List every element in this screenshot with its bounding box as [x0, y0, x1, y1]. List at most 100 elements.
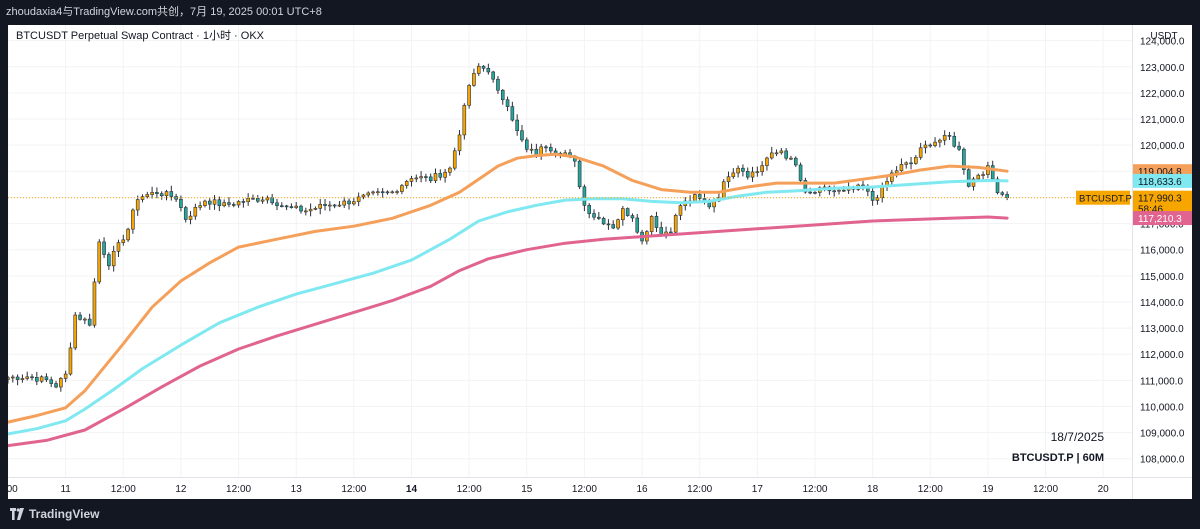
- candle-body: [505, 99, 510, 107]
- candle-body: [524, 139, 529, 150]
- candle-body: [73, 314, 78, 349]
- ema-slow-label: 117,210.3: [1138, 214, 1182, 225]
- candle-body: [207, 200, 212, 205]
- candle-body: [779, 150, 784, 154]
- price-tick-label: 110,000.0: [1140, 402, 1184, 413]
- candle-body: [35, 377, 39, 382]
- candle-body: [904, 162, 909, 165]
- candle-body: [8, 377, 10, 380]
- candle-body: [486, 68, 491, 73]
- time-tick-label: 12:00: [572, 484, 597, 495]
- symbol-tag: BTCUSDT.P: [1079, 194, 1132, 205]
- candle-body: [635, 217, 640, 233]
- chart-panel[interactable]: 108,000.0 109,000.0 110,000.0 111,000.0 112,…: [8, 25, 1192, 499]
- candle-body: [673, 214, 678, 233]
- candle-body: [390, 191, 395, 194]
- time-tick-label: 12:00: [802, 484, 827, 495]
- candle-body: [832, 190, 836, 193]
- currency-label: USDT: [1150, 31, 1177, 42]
- candle-body: [880, 186, 885, 199]
- candle-body: [448, 167, 452, 173]
- candle-body: [476, 65, 481, 74]
- time-tick-label: 12: [175, 484, 187, 495]
- time-tick-label: 12:00: [918, 484, 943, 495]
- candle-body: [289, 206, 294, 208]
- candle-body: [947, 135, 952, 137]
- candle-body: [284, 205, 289, 208]
- candle-body: [452, 150, 457, 169]
- candle-body: [92, 281, 97, 326]
- time-tick-label: 12:00: [111, 484, 136, 495]
- candle-body: [808, 191, 812, 194]
- candle-body: [760, 165, 764, 173]
- candle-body: [529, 148, 534, 151]
- candle-body: [870, 190, 875, 201]
- candle-body: [894, 170, 899, 174]
- time-tick-label: 14: [406, 484, 418, 495]
- candle-body: [231, 204, 236, 206]
- candle-body: [169, 191, 174, 197]
- candle-body: [183, 207, 188, 220]
- ema-fast-line: [8, 152, 1009, 424]
- watermark-date: 18/7/2025: [1051, 430, 1105, 444]
- candle-body: [793, 157, 798, 166]
- candle-body: [625, 208, 630, 216]
- candle-body: [15, 376, 20, 380]
- candle-body: [313, 208, 318, 210]
- candle-body: [515, 119, 519, 132]
- candle-body: [654, 216, 659, 228]
- footer-brand: TradingView: [29, 507, 100, 521]
- candle-body: [164, 191, 169, 197]
- price-tick-label: 122,000.0: [1140, 89, 1185, 100]
- candle-body: [597, 216, 601, 219]
- candle-body: [592, 213, 596, 218]
- time-tick-label: 2:00: [8, 484, 18, 495]
- time-tick-label: 12:00: [687, 484, 712, 495]
- ema-mid-label: 118,633.6: [1138, 177, 1182, 188]
- candle-body: [111, 250, 116, 267]
- candle-body: [1000, 192, 1005, 195]
- candle-body: [976, 174, 981, 180]
- candle-body: [769, 152, 774, 159]
- candle-body: [275, 202, 279, 207]
- candle-body: [472, 73, 476, 86]
- candle-body: [30, 376, 34, 379]
- chart-grid: [8, 25, 1132, 477]
- candle-body: [25, 376, 30, 379]
- price-chart[interactable]: 108,000.0 109,000.0 110,000.0 111,000.0 112,…: [8, 25, 1192, 499]
- candle-body: [294, 205, 298, 208]
- price-tick-label: 123,000.0: [1140, 63, 1185, 74]
- candle-body: [97, 241, 102, 283]
- candle-body: [428, 176, 433, 182]
- ema-slow-line: [8, 215, 1009, 448]
- candle-body: [789, 157, 793, 160]
- candle-body: [990, 165, 995, 180]
- candle-body: [217, 199, 222, 207]
- candle-body: [270, 197, 274, 204]
- time-tick-label: 16: [636, 484, 648, 495]
- candles: [8, 63, 1009, 392]
- candle-body: [496, 78, 500, 91]
- candle-body: [467, 85, 471, 106]
- candle-body: [731, 172, 736, 178]
- candle-body: [188, 215, 193, 220]
- candle-body: [20, 378, 25, 380]
- candle-body: [227, 202, 231, 205]
- watermark-symbol: BTCUSDT.P | 60M: [1012, 452, 1104, 464]
- candle-body: [621, 208, 625, 221]
- time-tick-label: 12:00: [341, 484, 366, 495]
- candle-body: [371, 191, 375, 194]
- candle-body: [774, 152, 779, 155]
- candle-body: [914, 157, 918, 164]
- candle-body: [332, 204, 337, 207]
- candle-body: [135, 199, 140, 211]
- candle-body: [63, 373, 68, 379]
- candle-body: [765, 157, 769, 166]
- candle-body: [376, 191, 380, 194]
- time-tick-label: 15: [521, 484, 533, 495]
- candle-body: [899, 164, 904, 172]
- candle-body: [837, 189, 841, 192]
- candle-body: [54, 383, 58, 388]
- candle-body: [83, 318, 87, 321]
- candle-body: [616, 219, 620, 229]
